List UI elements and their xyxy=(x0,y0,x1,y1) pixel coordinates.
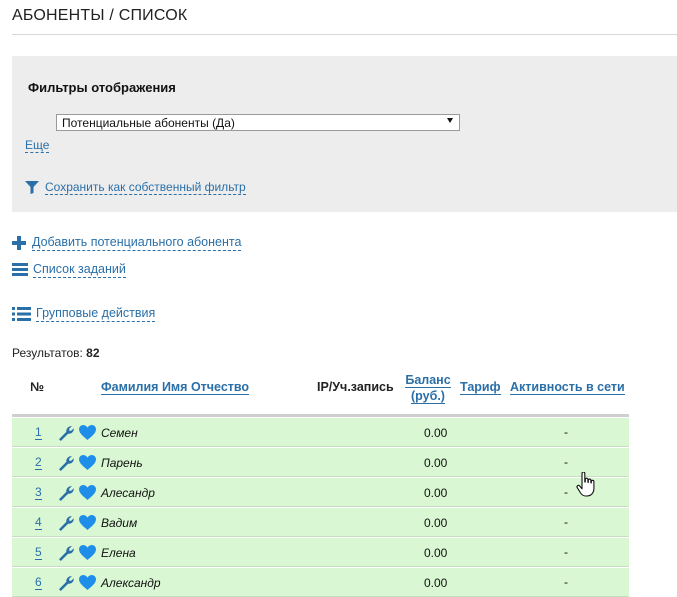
add-subscriber-label: Добавить потенциального абонента xyxy=(32,235,242,251)
col-header-tariff[interactable]: Тариф xyxy=(460,380,501,395)
row-balance: 0.00 xyxy=(424,546,448,560)
table-row: 5 Елена 0.00 - xyxy=(12,538,629,567)
more-filters-link[interactable]: Еще xyxy=(25,138,50,153)
row-activity: - xyxy=(564,575,568,589)
bulleted-list-icon xyxy=(12,307,31,321)
row-balance: 0.00 xyxy=(424,486,448,500)
wrench-icon[interactable] xyxy=(58,545,75,562)
select-arrow-icon xyxy=(447,118,453,123)
heart-icon[interactable] xyxy=(79,425,96,440)
table-row: 1 Семен 0.00 - xyxy=(12,418,629,447)
save-filter-label: Сохранить как собственный фильтр xyxy=(45,180,246,195)
row-name: Вадим xyxy=(101,516,138,530)
row-balance: 0.00 xyxy=(424,516,448,530)
row-name: Алесандр xyxy=(101,486,155,500)
row-balance: 0.00 xyxy=(424,576,448,590)
filter-icon xyxy=(25,181,39,194)
wrench-icon[interactable] xyxy=(58,455,75,472)
table-row: 3 Алесандр 0.00 - xyxy=(12,478,629,507)
row-balance: 0.00 xyxy=(424,426,448,440)
col-header-balance[interactable]: Баланс (руб.) xyxy=(404,372,452,404)
col-header-balance-line2[interactable]: (руб.) xyxy=(411,389,445,404)
table-row: 2 Парень 0.00 - xyxy=(12,448,629,477)
col-header-fio[interactable]: Фамилия Имя Отчество xyxy=(101,380,250,395)
row-activity: - xyxy=(564,425,568,439)
row-activity: - xyxy=(564,485,568,499)
table-row: 6 Александр 0.00 - xyxy=(12,568,629,597)
row-activity: - xyxy=(564,545,568,559)
filters-panel: Фильтры отображения Потенциальные абонен… xyxy=(12,56,677,212)
table-row: 4 Вадим 0.00 - xyxy=(12,508,629,537)
row-activity: - xyxy=(564,455,568,469)
row-number-link[interactable]: 3 xyxy=(35,486,42,500)
results-label: Результатов: xyxy=(12,346,83,360)
col-header-number: № xyxy=(30,380,44,394)
wrench-icon[interactable] xyxy=(58,575,75,592)
row-number-link[interactable]: 5 xyxy=(35,546,42,560)
group-actions-label: Групповые действия xyxy=(36,306,156,322)
row-name: Парень xyxy=(101,456,143,470)
wrench-icon[interactable] xyxy=(58,515,75,532)
page-title: АБОНЕНТЫ / СПИСОК xyxy=(12,7,188,24)
row-name: Александр xyxy=(101,576,161,590)
col-header-fio-link[interactable]: Фамилия Имя Отчество xyxy=(101,380,250,395)
heart-icon[interactable] xyxy=(79,575,96,590)
filter-select[interactable]: Потенциальные абоненты (Да) xyxy=(56,114,460,131)
plus-icon xyxy=(12,236,26,250)
list-icon xyxy=(12,263,28,276)
wrench-icon[interactable] xyxy=(58,425,75,442)
row-number-link[interactable]: 2 xyxy=(35,456,42,470)
table-header-divider xyxy=(12,414,629,417)
col-header-ip: IP/Уч.запись xyxy=(317,380,394,394)
hand-cursor-icon xyxy=(576,472,595,497)
heart-icon[interactable] xyxy=(79,455,96,470)
row-number-link[interactable]: 4 xyxy=(35,516,42,530)
results-number: 82 xyxy=(86,346,100,360)
col-header-activity[interactable]: Активность в сети xyxy=(510,380,625,395)
results-count: Результатов: 82 xyxy=(12,346,100,360)
heart-icon[interactable] xyxy=(79,485,96,500)
col-header-activity-link[interactable]: Активность в сети xyxy=(510,380,625,395)
row-name: Семен xyxy=(101,426,138,440)
task-list-label: Список заданий xyxy=(33,262,126,278)
wrench-icon[interactable] xyxy=(58,485,75,502)
filters-heading: Фильтры отображения xyxy=(28,80,176,95)
col-header-balance-line1[interactable]: Баланс xyxy=(405,373,451,388)
col-header-tariff-link[interactable]: Тариф xyxy=(460,380,501,395)
row-balance: 0.00 xyxy=(424,456,448,470)
heart-icon[interactable] xyxy=(79,515,96,530)
row-number-link[interactable]: 6 xyxy=(35,576,42,590)
row-number-link[interactable]: 1 xyxy=(35,426,42,440)
row-name: Елена xyxy=(101,546,136,560)
heart-icon[interactable] xyxy=(79,545,96,560)
filter-select-value: Потенциальные абоненты (Да) xyxy=(62,116,235,130)
row-activity: - xyxy=(564,515,568,529)
title-divider xyxy=(12,34,677,35)
